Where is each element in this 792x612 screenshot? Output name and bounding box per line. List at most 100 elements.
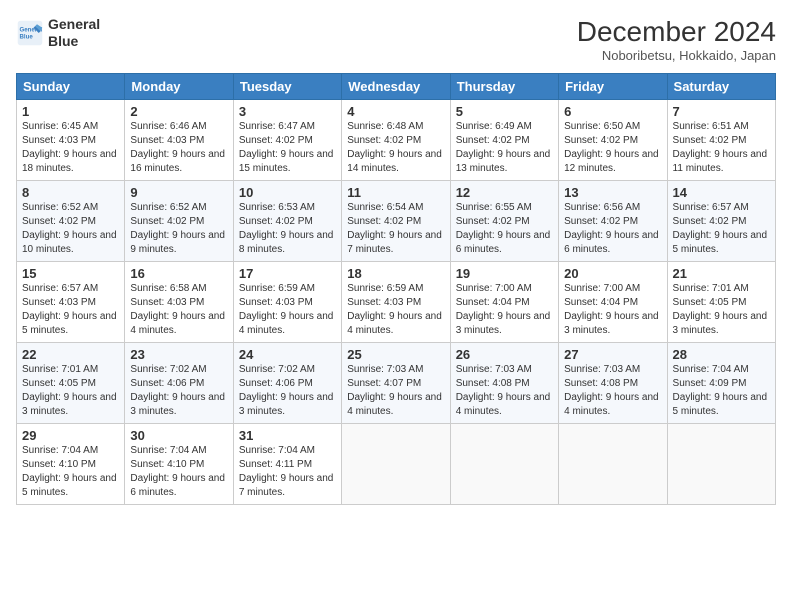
- col-tuesday: Tuesday: [233, 74, 341, 100]
- table-row: 28Sunrise: 7:04 AMSunset: 4:09 PMDayligh…: [667, 343, 775, 424]
- day-number: 1: [22, 104, 119, 119]
- day-number: 31: [239, 428, 336, 443]
- day-number: 30: [130, 428, 227, 443]
- calendar-week-5: 29 Sunrise: 7:04 AMSunset: 4:10 PMDayligh…: [17, 424, 776, 505]
- day-number: 7: [673, 104, 770, 119]
- table-row: 4Sunrise: 6:48 AMSunset: 4:02 PMDaylight…: [342, 100, 450, 181]
- table-row: 22Sunrise: 7:01 AMSunset: 4:05 PMDayligh…: [17, 343, 125, 424]
- day-detail: Sunrise: 6:48 AMSunset: 4:02 PMDaylight:…: [347, 120, 444, 176]
- calendar-week-3: 15Sunrise: 6:57 AMSunset: 4:03 PMDayligh…: [17, 262, 776, 343]
- day-number: 10: [239, 185, 336, 200]
- day-number: 26: [456, 347, 553, 362]
- table-row: 30Sunrise: 7:04 AMSunset: 4:10 PMDayligh…: [125, 424, 233, 505]
- day-detail: Sunrise: 7:01 AMSunset: 4:05 PMDaylight:…: [22, 363, 119, 419]
- table-row: [342, 424, 450, 505]
- calendar-table: Sunday Monday Tuesday Wednesday Thursday…: [16, 73, 776, 505]
- day-detail: Sunrise: 6:45 AMSunset: 4:03 PMDaylight:…: [22, 120, 119, 176]
- col-wednesday: Wednesday: [342, 74, 450, 100]
- table-row: 17Sunrise: 6:59 AMSunset: 4:03 PMDayligh…: [233, 262, 341, 343]
- day-detail: Sunrise: 7:01 AMSunset: 4:05 PMDaylight:…: [673, 282, 770, 338]
- table-row: 25Sunrise: 7:03 AMSunset: 4:07 PMDayligh…: [342, 343, 450, 424]
- day-detail: Sunrise: 6:57 AMSunset: 4:02 PMDaylight:…: [673, 201, 770, 257]
- svg-text:Blue: Blue: [20, 33, 34, 40]
- day-number: 5: [456, 104, 553, 119]
- day-detail: Sunrise: 6:55 AMSunset: 4:02 PMDaylight:…: [456, 201, 553, 257]
- table-row: 3Sunrise: 6:47 AMSunset: 4:02 PMDaylight…: [233, 100, 341, 181]
- day-number: 29: [22, 428, 119, 443]
- table-row: 12Sunrise: 6:55 AMSunset: 4:02 PMDayligh…: [450, 181, 558, 262]
- table-row: 6Sunrise: 6:50 AMSunset: 4:02 PMDaylight…: [559, 100, 667, 181]
- day-number: 19: [456, 266, 553, 281]
- table-row: 20Sunrise: 7:00 AMSunset: 4:04 PMDayligh…: [559, 262, 667, 343]
- table-row: 16Sunrise: 6:58 AMSunset: 4:03 PMDayligh…: [125, 262, 233, 343]
- day-number: 16: [130, 266, 227, 281]
- day-detail: Sunrise: 6:47 AMSunset: 4:02 PMDaylight:…: [239, 120, 336, 176]
- day-detail: Sunrise: 6:59 AMSunset: 4:03 PMDaylight:…: [239, 282, 336, 338]
- col-saturday: Saturday: [667, 74, 775, 100]
- day-detail: Sunrise: 6:53 AMSunset: 4:02 PMDaylight:…: [239, 201, 336, 257]
- location-text: Noboribetsu, Hokkaido, Japan: [577, 48, 776, 63]
- day-number: 13: [564, 185, 661, 200]
- day-number: 25: [347, 347, 444, 362]
- day-detail: Sunrise: 7:03 AMSunset: 4:08 PMDaylight:…: [456, 363, 553, 419]
- calendar-header-row: Sunday Monday Tuesday Wednesday Thursday…: [17, 74, 776, 100]
- table-row: 21Sunrise: 7:01 AMSunset: 4:05 PMDayligh…: [667, 262, 775, 343]
- table-row: 7Sunrise: 6:51 AMSunset: 4:02 PMDaylight…: [667, 100, 775, 181]
- col-friday: Friday: [559, 74, 667, 100]
- day-detail: Sunrise: 6:56 AMSunset: 4:02 PMDaylight:…: [564, 201, 661, 257]
- day-detail: Sunrise: 6:49 AMSunset: 4:02 PMDaylight:…: [456, 120, 553, 176]
- page-container: General Blue General Blue December 2024 …: [0, 0, 792, 515]
- day-detail: Sunrise: 7:04 AMSunset: 4:10 PMDaylight:…: [130, 444, 227, 500]
- day-detail: Sunrise: 7:00 AMSunset: 4:04 PMDaylight:…: [564, 282, 661, 338]
- table-row: [450, 424, 558, 505]
- day-detail: Sunrise: 6:50 AMSunset: 4:02 PMDaylight:…: [564, 120, 661, 176]
- day-number: 4: [347, 104, 444, 119]
- day-detail: Sunrise: 6:59 AMSunset: 4:03 PMDaylight:…: [347, 282, 444, 338]
- day-number: 11: [347, 185, 444, 200]
- title-area: December 2024 Noboribetsu, Hokkaido, Jap…: [577, 16, 776, 63]
- day-detail: Sunrise: 6:46 AMSunset: 4:03 PMDaylight:…: [130, 120, 227, 176]
- table-row: 9Sunrise: 6:52 AMSunset: 4:02 PMDaylight…: [125, 181, 233, 262]
- day-number: 24: [239, 347, 336, 362]
- table-row: 24Sunrise: 7:02 AMSunset: 4:06 PMDayligh…: [233, 343, 341, 424]
- table-row: 14Sunrise: 6:57 AMSunset: 4:02 PMDayligh…: [667, 181, 775, 262]
- table-row: [559, 424, 667, 505]
- col-thursday: Thursday: [450, 74, 558, 100]
- day-number: 3: [239, 104, 336, 119]
- table-row: 5Sunrise: 6:49 AMSunset: 4:02 PMDaylight…: [450, 100, 558, 181]
- day-number: 6: [564, 104, 661, 119]
- day-detail: Sunrise: 6:54 AMSunset: 4:02 PMDaylight:…: [347, 201, 444, 257]
- day-detail: Sunrise: 7:04 AMSunset: 4:09 PMDaylight:…: [673, 363, 770, 419]
- calendar-week-2: 8Sunrise: 6:52 AMSunset: 4:02 PMDaylight…: [17, 181, 776, 262]
- day-detail: Sunrise: 7:02 AMSunset: 4:06 PMDaylight:…: [239, 363, 336, 419]
- table-row: 8Sunrise: 6:52 AMSunset: 4:02 PMDaylight…: [17, 181, 125, 262]
- day-detail: Sunrise: 7:02 AMSunset: 4:06 PMDaylight:…: [130, 363, 227, 419]
- day-detail: Sunrise: 6:58 AMSunset: 4:03 PMDaylight:…: [130, 282, 227, 338]
- day-detail: Sunrise: 7:03 AMSunset: 4:08 PMDaylight:…: [564, 363, 661, 419]
- table-row: 15Sunrise: 6:57 AMSunset: 4:03 PMDayligh…: [17, 262, 125, 343]
- logo-text-general: General: [48, 16, 100, 33]
- table-row: 11Sunrise: 6:54 AMSunset: 4:02 PMDayligh…: [342, 181, 450, 262]
- table-row: 19Sunrise: 7:00 AMSunset: 4:04 PMDayligh…: [450, 262, 558, 343]
- table-row: 23Sunrise: 7:02 AMSunset: 4:06 PMDayligh…: [125, 343, 233, 424]
- day-number: 21: [673, 266, 770, 281]
- col-monday: Monday: [125, 74, 233, 100]
- day-detail: Sunrise: 7:04 AMSunset: 4:11 PMDaylight:…: [239, 444, 336, 500]
- day-number: 18: [347, 266, 444, 281]
- calendar-week-1: 1Sunrise: 6:45 AMSunset: 4:03 PMDaylight…: [17, 100, 776, 181]
- table-row: 31Sunrise: 7:04 AMSunset: 4:11 PMDayligh…: [233, 424, 341, 505]
- table-row: 13Sunrise: 6:56 AMSunset: 4:02 PMDayligh…: [559, 181, 667, 262]
- logo-text-blue: Blue: [48, 33, 100, 50]
- day-number: 28: [673, 347, 770, 362]
- day-detail: Sunrise: 6:51 AMSunset: 4:02 PMDaylight:…: [673, 120, 770, 176]
- day-number: 14: [673, 185, 770, 200]
- table-row: 2Sunrise: 6:46 AMSunset: 4:03 PMDaylight…: [125, 100, 233, 181]
- calendar-week-4: 22Sunrise: 7:01 AMSunset: 4:05 PMDayligh…: [17, 343, 776, 424]
- day-number: 12: [456, 185, 553, 200]
- day-detail: Sunrise: 6:52 AMSunset: 4:02 PMDaylight:…: [130, 201, 227, 257]
- day-number: 27: [564, 347, 661, 362]
- day-detail: Sunrise: 6:57 AMSunset: 4:03 PMDaylight:…: [22, 282, 119, 338]
- logo: General Blue General Blue: [16, 16, 100, 50]
- day-detail: Sunrise: 7:03 AMSunset: 4:07 PMDaylight:…: [347, 363, 444, 419]
- table-row: 26Sunrise: 7:03 AMSunset: 4:08 PMDayligh…: [450, 343, 558, 424]
